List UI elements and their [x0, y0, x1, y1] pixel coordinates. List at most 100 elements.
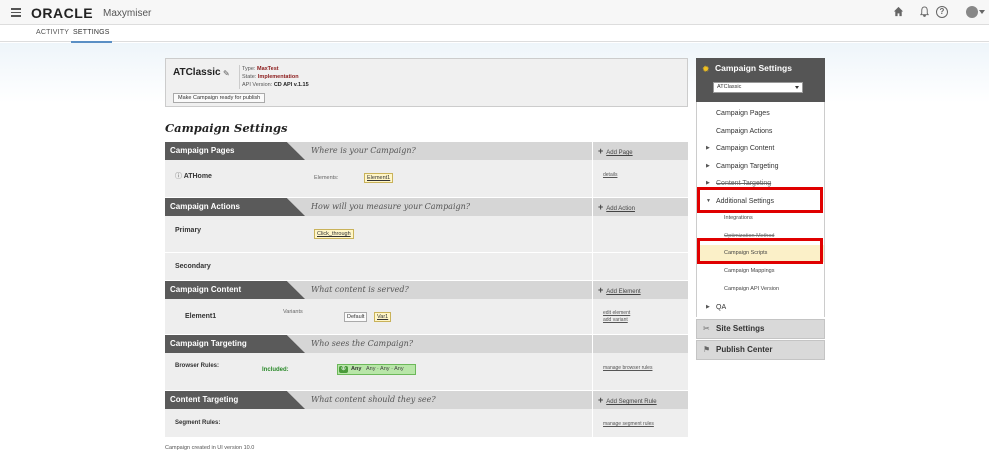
section-campaign-actions: Campaign Actions How will you measure yo…	[165, 198, 688, 216]
section-content-targeting-body: Segment Rules: manage segment rules	[165, 409, 688, 437]
divider	[592, 142, 593, 160]
add-variant-link[interactable]: add variant	[603, 317, 628, 323]
sidebar-item-label: Campaign Mappings	[724, 268, 775, 274]
pencil-icon[interactable]: ✎	[223, 69, 230, 78]
divider	[592, 335, 593, 353]
secondary-label: Secondary	[175, 263, 211, 270]
segment-rules-label: Segment Rules:	[175, 420, 221, 426]
section-title: Campaign Actions	[165, 198, 305, 216]
campaign-name: ATClassic	[173, 67, 221, 78]
state-label: State:	[242, 74, 257, 80]
section-title: Campaign Targeting	[165, 335, 305, 353]
type-label: Type:	[242, 66, 256, 72]
chevron-down-icon[interactable]	[979, 10, 985, 14]
elements-label: Elements:	[314, 175, 339, 181]
page-name: ATHome	[183, 173, 212, 180]
divider	[165, 252, 688, 253]
home-icon[interactable]	[892, 6, 904, 18]
included-label: Included:	[262, 367, 289, 373]
manage-segment-rules-link[interactable]: manage segment rules	[603, 421, 654, 427]
campaign-select[interactable]: ATClassic	[713, 82, 803, 93]
sub-navigation: ACTIVITY SETTINGS	[0, 25, 989, 43]
add-segment-rule-link[interactable]: + Add Segment Rule	[598, 391, 657, 411]
divider	[592, 281, 593, 299]
rule-other-values: Any · Any · Any	[366, 366, 404, 372]
manage-browser-rules-link[interactable]: manage browser rules	[603, 365, 652, 371]
page-row[interactable]: ⓘ ATHome	[175, 171, 212, 181]
element-chip[interactable]: Element1	[364, 173, 394, 183]
sidebar-item-qa[interactable]: ▶ QA	[697, 299, 824, 316]
site-settings-section[interactable]: ✂ Site Settings	[696, 319, 825, 339]
sidebar-item-campaign-actions[interactable]: Campaign Actions	[697, 123, 824, 140]
sidebar-title: Campaign Settings	[715, 63, 792, 73]
divider	[592, 160, 593, 197]
highlight-box-campaign-scripts	[697, 238, 823, 264]
variants-label: Variants	[283, 309, 303, 315]
publish-center-section[interactable]: ⚑ Publish Center	[696, 340, 825, 360]
publish-center-label: Publish Center	[716, 345, 773, 354]
divider	[592, 299, 593, 334]
sidebar-item-label: Campaign Targeting	[716, 163, 779, 170]
add-page-link[interactable]: + Add Page	[598, 142, 633, 162]
plus-icon: +	[598, 146, 604, 156]
sidebar-item-campaign-targeting[interactable]: ▶ Campaign Targeting	[697, 158, 824, 175]
sidebar-item-label: QA	[716, 304, 727, 311]
divider	[592, 353, 593, 390]
page-title: Campaign Settings	[165, 121, 288, 135]
divider	[592, 198, 593, 216]
primary-action-chip[interactable]: Click_through	[314, 229, 354, 239]
plus-icon: +	[598, 202, 604, 212]
element-name: Element1	[185, 313, 217, 320]
menu-icon[interactable]	[11, 8, 21, 17]
sidebar-header: ✹ Campaign Settings ATClassic	[696, 58, 825, 102]
api-label: API Version:	[242, 82, 273, 88]
browser-rules-label: Browser Rules:	[175, 363, 220, 369]
highlight-box-additional-settings	[697, 187, 823, 213]
sidebar-item-label: Campaign API Version	[724, 286, 780, 292]
section-content-body: Element1 Variants Default Var1 edit elem…	[165, 299, 688, 334]
sidebar-subitem-campaign-api-version[interactable]: Campaign API Version	[697, 281, 824, 298]
campaign-meta: Type: MaxTest State: Implementation API …	[239, 65, 309, 89]
flag-icon: ⚑	[703, 345, 711, 354]
divider	[592, 409, 593, 437]
add-action-link[interactable]: + Add Action	[598, 198, 635, 218]
tools-icon: ✂	[703, 324, 710, 333]
section-question: What content is served?	[311, 285, 409, 294]
state-value: Implementation	[257, 74, 299, 80]
sidebar-item-campaign-pages[interactable]: Campaign Pages	[697, 105, 824, 122]
sidebar-subitem-campaign-mappings[interactable]: Campaign Mappings	[697, 263, 824, 280]
chevron-down-icon	[795, 86, 799, 89]
add-action-label: Add Action	[606, 206, 635, 212]
default-variant-chip[interactable]: Default	[344, 312, 368, 322]
divider	[592, 391, 593, 409]
version-footnote: Campaign created in UI version 10.0	[165, 445, 255, 451]
bell-icon[interactable]	[918, 6, 930, 18]
sidebar-item-label: Campaign Pages	[716, 110, 770, 117]
type-value: MaxTest	[256, 66, 279, 72]
section-question: How will you measure your Campaign?	[311, 202, 471, 211]
add-element-link[interactable]: + Add Element	[598, 281, 641, 301]
avatar[interactable]	[966, 6, 978, 18]
variant-chip[interactable]: Var1	[374, 312, 392, 322]
section-campaign-pages: Campaign Pages Where is your Campaign? +…	[165, 142, 688, 160]
plus-icon: +	[598, 395, 604, 405]
product-name: Maxymiser	[103, 8, 152, 19]
make-ready-button[interactable]: Make Campaign ready for publish	[173, 93, 266, 103]
help-icon[interactable]: ?	[936, 6, 948, 18]
browser-rule-chip[interactable]: ⊕ Any Any · Any · Any	[337, 364, 416, 375]
section-content-targeting: Content Targeting What content should th…	[165, 391, 688, 409]
rule-primary-value: Any	[351, 366, 362, 372]
tab-settings[interactable]: SETTINGS	[71, 29, 112, 43]
info-icon: ⓘ	[175, 173, 182, 180]
add-segment-rule-label: Add Segment Rule	[606, 399, 657, 405]
details-link[interactable]: details	[603, 172, 617, 178]
tab-activity[interactable]: ACTIVITY	[36, 29, 69, 36]
divider	[592, 216, 593, 280]
top-bar: ORACLE Maxymiser ?	[0, 0, 989, 25]
section-targeting-body: Browser Rules: Included: ⊕ Any Any · Any…	[165, 353, 688, 390]
edit-element-link[interactable]: edit element	[603, 310, 630, 316]
campaign-select-value: ATClassic	[717, 84, 742, 90]
plus-icon: +	[598, 285, 604, 295]
sidebar-item-campaign-content[interactable]: ▶ Campaign Content	[697, 140, 824, 157]
section-campaign-content: Campaign Content What content is served?…	[165, 281, 688, 299]
